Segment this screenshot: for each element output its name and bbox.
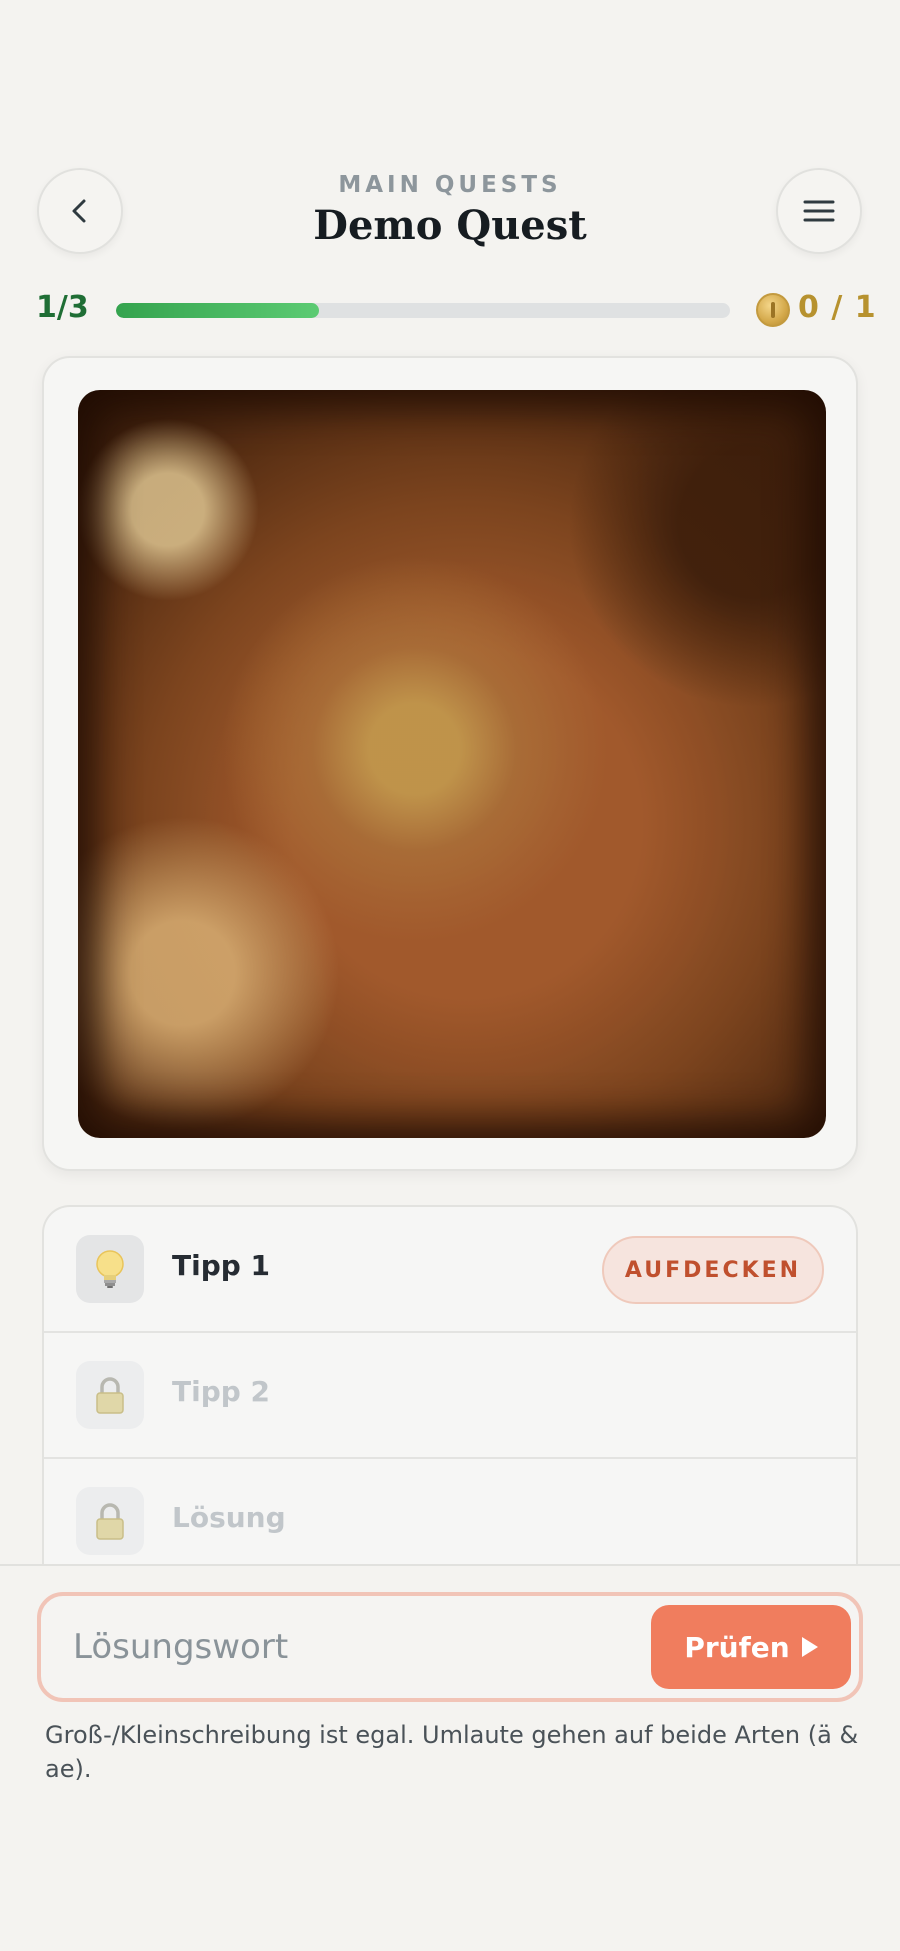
menu-button[interactable] [776, 168, 862, 254]
hamburger-menu-icon [803, 200, 835, 222]
hint-label: Lösung [172, 1501, 286, 1534]
answer-panel: Prüfen Groß-/Kleinschreibung ist egal. U… [0, 1564, 900, 1951]
coin-icon [756, 293, 790, 327]
hint-row-tipp-1: Tipp 1 AUFDECKEN [44, 1207, 856, 1333]
quest-image [78, 390, 826, 1138]
coin-counter: 0 / 1 [798, 290, 877, 325]
answer-box: Prüfen [37, 1592, 863, 1702]
hint-label: Tipp 1 [172, 1249, 271, 1282]
lightbulb-icon [76, 1235, 144, 1303]
check-answer-button[interactable]: Prüfen [651, 1605, 851, 1689]
lock-icon [76, 1361, 144, 1429]
progress-bar-fill [116, 303, 319, 318]
answer-input[interactable] [73, 1618, 633, 1676]
lock-icon [76, 1487, 144, 1555]
play-icon [801, 1637, 818, 1657]
progress-row: 1/3 0 / 1 [0, 288, 900, 332]
quest-category: MAIN QUESTS [338, 172, 562, 198]
hints-list: Tipp 1 AUFDECKEN Tipp 2 Lösung [42, 1205, 858, 1605]
check-button-label: Prüfen [684, 1630, 790, 1664]
hint-row-tipp-2: Tipp 2 [44, 1333, 856, 1459]
progress-bar [116, 303, 730, 318]
answer-helper-text: Groß-/Kleinschreibung ist egal. Umlaute … [45, 1721, 859, 1783]
step-counter: 1/3 [36, 290, 89, 325]
quest-image-card [42, 356, 858, 1171]
reveal-hint-button[interactable]: AUFDECKEN [602, 1236, 824, 1304]
page-title: Demo Quest [313, 202, 587, 249]
hint-label: Tipp 2 [172, 1375, 271, 1408]
